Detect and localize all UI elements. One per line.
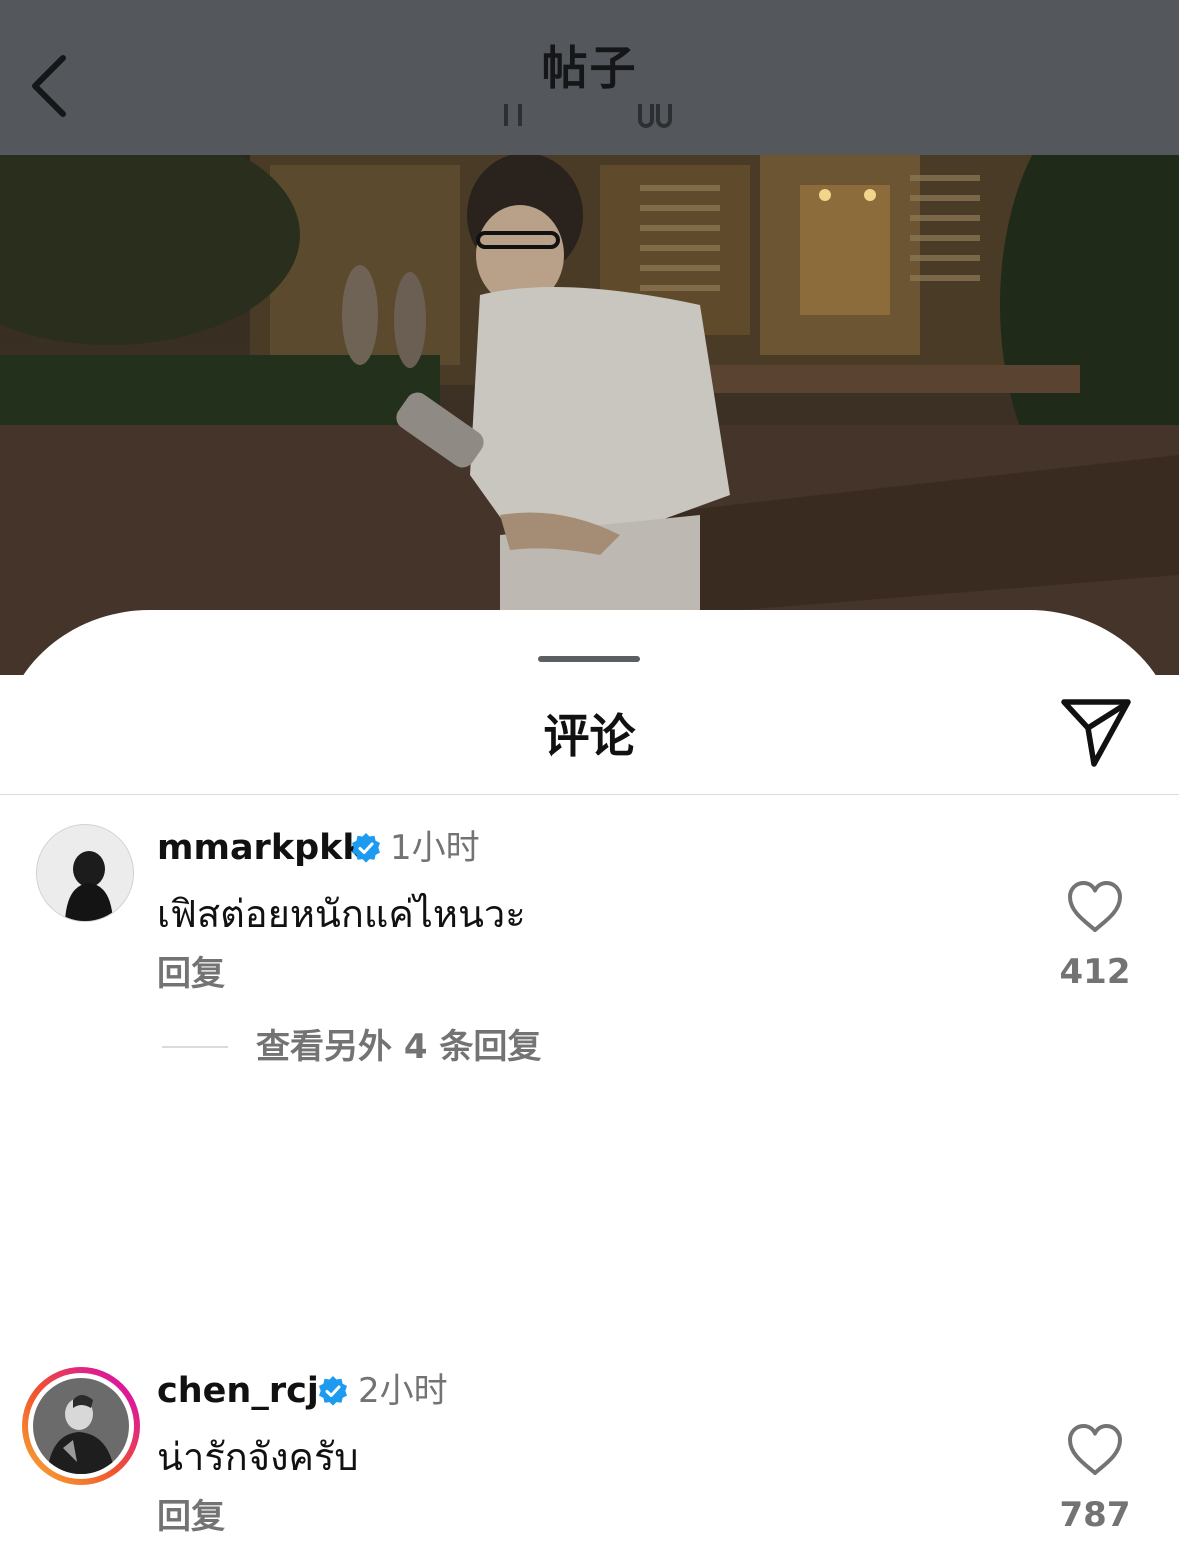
like-count: 412 (1059, 952, 1131, 992)
comment-text: เฟิสต่อยหนักแค่ไหนวะ (157, 892, 526, 936)
like-count: 787 (1059, 1495, 1131, 1535)
sheet-divider (0, 794, 1179, 795)
reply-button[interactable]: 回复 (157, 950, 225, 998)
comment-item: mmarkpkk 1小时 เฟิสต่อยหนักแค่ไหนวะ 回复 412 (0, 824, 1179, 1004)
sheet-drag-handle[interactable] (538, 656, 640, 662)
comment-timestamp: 2小时 (358, 1371, 448, 1411)
avatar[interactable] (36, 824, 134, 922)
top-bar: 帖子 (0, 0, 1179, 155)
view-more-replies-label: 查看另外 4 条回复 (256, 1027, 542, 1067)
verified-badge-icon (352, 833, 380, 863)
post-photo-illustration (0, 155, 1179, 675)
like-button[interactable] (1066, 1423, 1124, 1477)
comment-text: น่ารักจังครับ (157, 1435, 359, 1479)
comment-username[interactable]: chen_rcj (157, 1367, 319, 1415)
page-title: 帖子 (541, 41, 638, 95)
share-button[interactable] (1058, 692, 1134, 768)
verified-badge-icon (319, 1376, 347, 1406)
avatar (33, 1378, 129, 1474)
heart-icon (1068, 881, 1122, 932)
post-photo[interactable] (0, 155, 1179, 675)
heart-icon (1068, 1424, 1122, 1475)
comment-username[interactable]: mmarkpkk (157, 824, 366, 872)
like-button[interactable] (1066, 880, 1124, 934)
reply-button[interactable]: 回复 (157, 1493, 225, 1541)
comments-title: 评论 (543, 709, 636, 763)
replies-connector-line (162, 1046, 228, 1048)
avatar-image (37, 825, 133, 921)
comment-timestamp: 1小时 (390, 828, 480, 868)
send-icon (1061, 699, 1131, 767)
account-subtitle-obscured (504, 104, 672, 128)
avatar-story-ring[interactable] (22, 1367, 140, 1485)
comment-item: chen_rcj 2小时 น่ารักจังครับ 回复 787 (0, 1367, 1179, 1547)
